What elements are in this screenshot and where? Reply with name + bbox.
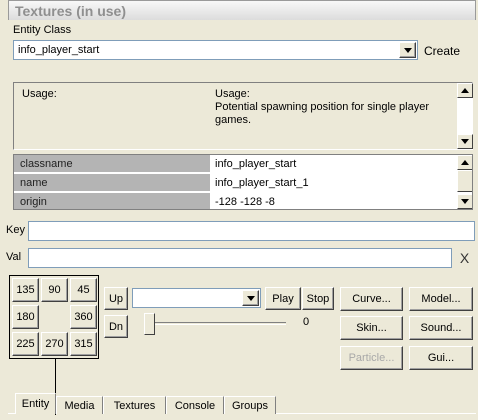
- entity-class-dropdown[interactable]: info_player_start: [13, 40, 418, 60]
- usage-panel: Usage: Usage: Potential spawning positio…: [13, 82, 473, 150]
- frame-slider-thumb[interactable]: [144, 313, 155, 335]
- key-label: Key: [6, 224, 25, 236]
- sound-button[interactable]: Sound...: [409, 316, 473, 340]
- up-button[interactable]: Up: [104, 287, 128, 310]
- scroll-down-button[interactable]: [457, 194, 472, 209]
- val-label: Val: [6, 251, 22, 263]
- property-row[interactable]: name info_player_start_1: [14, 174, 462, 192]
- entity-class-dropdown-arrow[interactable]: [399, 42, 416, 58]
- arrow-down-icon: [461, 199, 469, 204]
- entity-class-value: info_player_start: [18, 44, 100, 56]
- arrow-up-icon: [461, 160, 469, 165]
- property-value: -128 -128 -8: [211, 193, 462, 209]
- property-value: info_player_start: [211, 155, 462, 172]
- panel-title-bar: Textures (in use): [8, 0, 476, 20]
- property-key: origin: [14, 193, 210, 209]
- arrow-down-icon: [461, 139, 469, 144]
- arrow-up-icon: [461, 88, 469, 93]
- tab-entity[interactable]: Entity: [15, 393, 56, 414]
- clear-val-button[interactable]: X: [454, 248, 475, 268]
- properties-list[interactable]: classname info_player_start name info_pl…: [13, 154, 473, 210]
- property-row[interactable]: classname info_player_start: [14, 155, 462, 173]
- frame-slider-track[interactable]: [144, 322, 286, 325]
- dn-button[interactable]: Dn: [104, 315, 128, 338]
- angle-270-button[interactable]: 270: [41, 332, 68, 356]
- entity-class-label: Entity Class: [13, 24, 72, 36]
- panel-title: Textures (in use): [15, 3, 126, 19]
- tab-console[interactable]: Console: [166, 396, 224, 414]
- curve-button[interactable]: Curve...: [340, 287, 403, 311]
- angle-135-button[interactable]: 135: [12, 278, 39, 302]
- property-key: classname: [14, 155, 210, 172]
- gui-button[interactable]: Gui...: [409, 346, 473, 370]
- property-key: name: [14, 174, 210, 191]
- usage-title: Usage:: [215, 88, 250, 100]
- scroll-track[interactable]: [457, 98, 473, 134]
- angle-90-button[interactable]: 90: [41, 278, 68, 302]
- tab-media[interactable]: Media: [56, 396, 103, 414]
- chevron-down-icon: [246, 295, 255, 301]
- angle-225-button[interactable]: 225: [12, 332, 39, 356]
- stop-button[interactable]: Stop: [302, 287, 334, 310]
- property-row[interactable]: origin -128 -128 -8: [14, 193, 462, 209]
- angle-180-button[interactable]: 180: [12, 305, 39, 329]
- play-button[interactable]: Play: [265, 287, 301, 310]
- property-value: info_player_start_1: [211, 174, 462, 191]
- scroll-up-button[interactable]: [457, 83, 473, 98]
- chevron-down-icon: [403, 47, 412, 53]
- properties-scrollbar[interactable]: [457, 155, 472, 209]
- skin-button[interactable]: Skin...: [340, 316, 403, 340]
- key-input[interactable]: [28, 221, 475, 241]
- usage-text: Potential spawning position for single p…: [215, 101, 430, 126]
- animation-dropdown-arrow[interactable]: [242, 290, 259, 306]
- angle-315-button[interactable]: 315: [70, 332, 97, 356]
- scroll-thumb[interactable]: [457, 170, 472, 192]
- usage-description: Usage: Potential spawning position for s…: [211, 83, 456, 149]
- scroll-up-button[interactable]: [457, 155, 472, 170]
- angle-grid: 135 90 45 180 360 225 270 315: [9, 275, 99, 359]
- usage-left-label: Usage:: [22, 88, 57, 100]
- angle-360-button[interactable]: 360: [70, 305, 97, 329]
- val-input[interactable]: [28, 248, 452, 268]
- usage-scrollbar[interactable]: [457, 83, 473, 149]
- frame-value: 0: [303, 316, 310, 328]
- scroll-down-button[interactable]: [457, 134, 473, 149]
- animation-dropdown[interactable]: [132, 288, 261, 308]
- tab-groups[interactable]: Groups: [224, 396, 276, 414]
- tab-textures[interactable]: Textures: [103, 396, 166, 414]
- create-button[interactable]: Create: [424, 44, 460, 58]
- particle-button[interactable]: Particle...: [340, 346, 403, 370]
- angle-45-button[interactable]: 45: [70, 278, 97, 302]
- model-button[interactable]: Model...: [409, 287, 473, 311]
